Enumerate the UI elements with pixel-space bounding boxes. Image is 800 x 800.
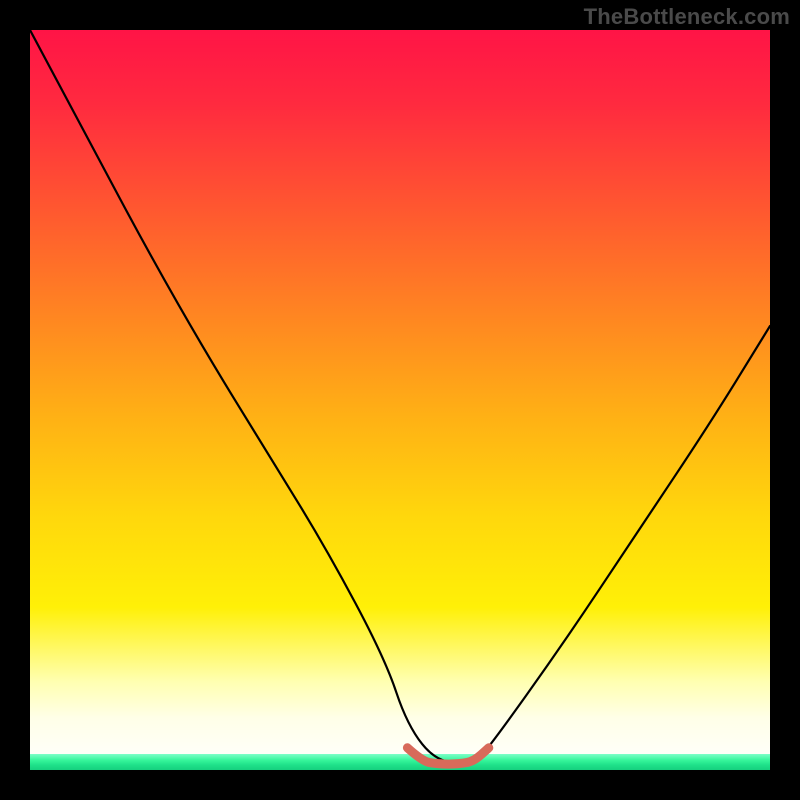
- curve-layer: [30, 30, 770, 770]
- watermark-text: TheBottleneck.com: [584, 4, 790, 30]
- bottleneck-curve: [30, 30, 770, 763]
- plot-area: [30, 30, 770, 770]
- chart-frame: TheBottleneck.com: [0, 0, 800, 800]
- flat-valley-marker: [407, 748, 488, 764]
